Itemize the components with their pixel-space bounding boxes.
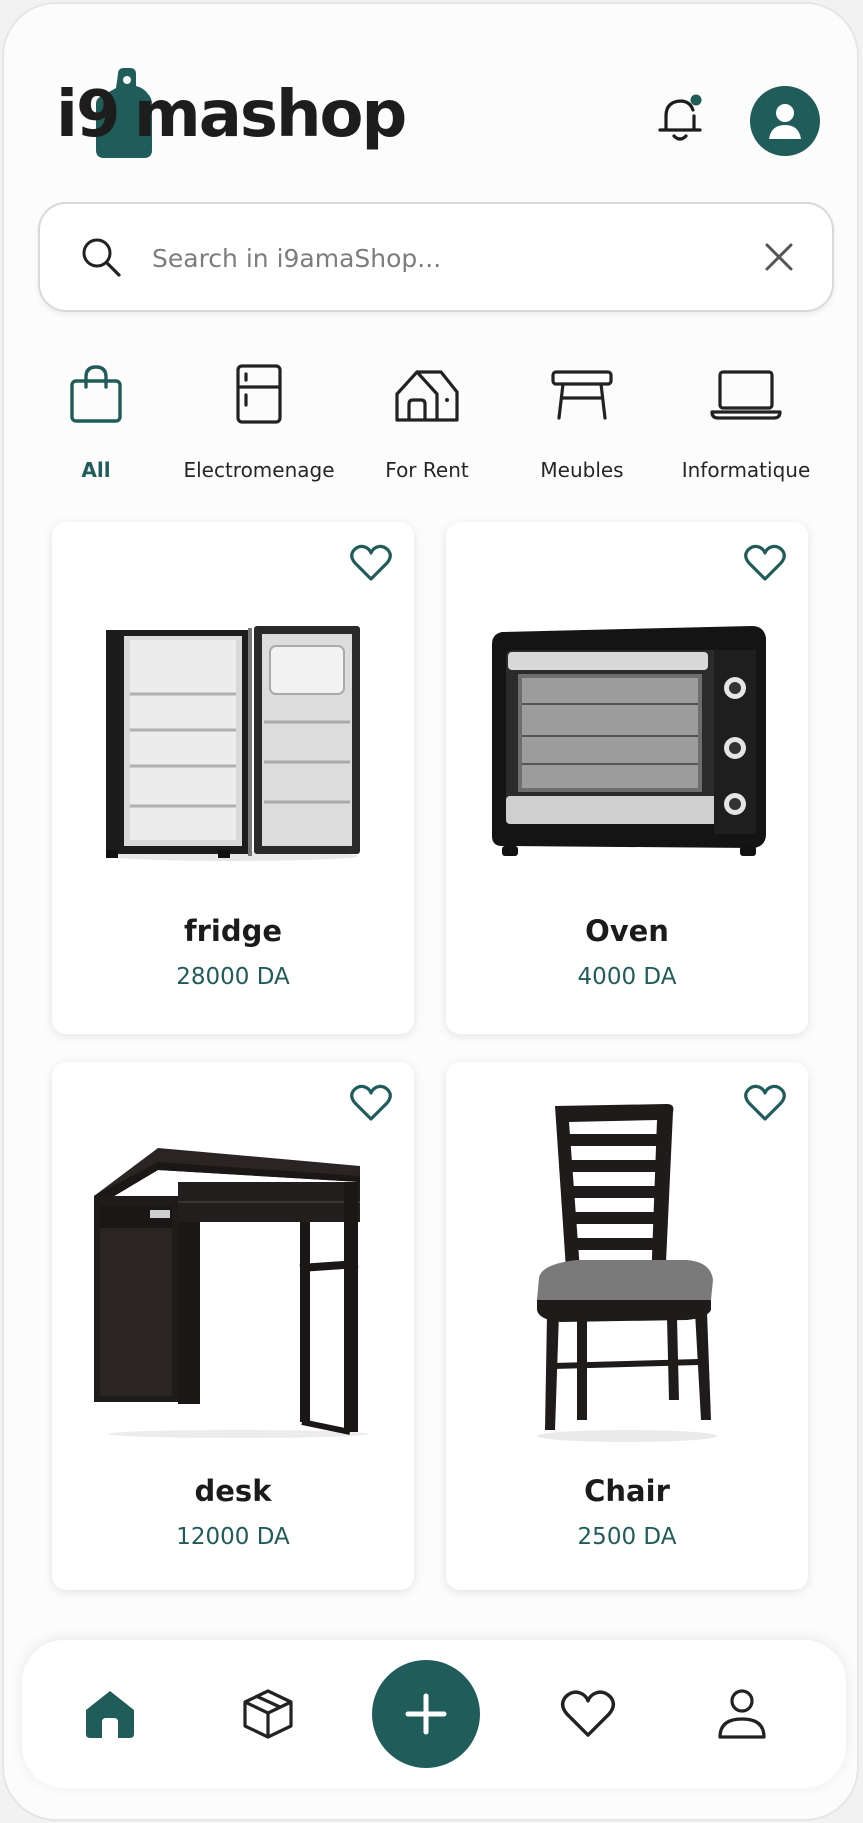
category-label: Informatique [681, 458, 811, 482]
bottom-navigation [22, 1640, 846, 1788]
oven-image [492, 626, 766, 856]
category-label: All [81, 458, 111, 482]
add-listing-button[interactable] [372, 1660, 480, 1768]
plus-icon [405, 1693, 447, 1735]
product-price: 12000 DA [176, 1524, 290, 1550]
table-icon [551, 370, 613, 420]
category-label: Meubles [540, 458, 624, 482]
notification-button[interactable] [650, 88, 710, 148]
profile-avatar-button[interactable] [750, 86, 820, 156]
heart-icon[interactable] [744, 544, 786, 582]
product-card[interactable]: desk 12000 DA [52, 1062, 414, 1590]
heart-icon[interactable] [350, 544, 392, 582]
product-image[interactable] [446, 624, 808, 864]
product-card[interactable]: fridge 28000 DA [52, 522, 414, 1034]
nav-profile[interactable] [712, 1684, 772, 1744]
product-price: 28000 DA [176, 964, 290, 990]
search-input[interactable] [150, 232, 714, 284]
product-image[interactable] [52, 1148, 414, 1438]
user-icon [718, 1689, 766, 1739]
nav-favorites[interactable] [558, 1684, 618, 1744]
logo-suffix: mashop [134, 78, 407, 152]
product-image[interactable] [446, 1104, 808, 1444]
heart-icon [560, 1690, 616, 1737]
fridge-icon [236, 364, 282, 424]
search-icon[interactable] [78, 234, 124, 280]
chair-image [537, 1104, 717, 1442]
fridge-image [106, 626, 360, 861]
product-image[interactable] [52, 622, 414, 862]
logo-prefix: i9 [56, 78, 120, 152]
product-price: 2500 DA [577, 1524, 677, 1550]
heart-icon[interactable] [350, 1084, 392, 1122]
house-icon [395, 370, 459, 422]
product-card[interactable]: Oven 4000 DA [446, 522, 808, 1034]
category-meubles[interactable]: Meubles [487, 354, 677, 482]
home-icon [86, 1691, 134, 1738]
search-bar [38, 202, 834, 312]
product-name: desk [194, 1474, 272, 1508]
user-avatar-icon [769, 104, 801, 139]
desk-image [94, 1148, 368, 1438]
category-all[interactable]: All [4, 354, 191, 482]
box-icon [243, 1689, 293, 1739]
close-icon[interactable] [762, 240, 796, 274]
category-electromenage[interactable]: Electromenage [164, 354, 354, 482]
category-label: Electromenage [183, 458, 335, 482]
product-name: Oven [585, 914, 669, 948]
nav-orders[interactable] [238, 1684, 298, 1744]
category-informatique[interactable]: Informatique [651, 354, 841, 482]
product-price: 4000 DA [577, 964, 677, 990]
app-screen: i9 mashop Search in i9amaShop... All Ele… [2, 2, 859, 1821]
bell-icon [658, 94, 702, 141]
product-name: Chair [584, 1474, 670, 1508]
shopping-bag-icon [70, 365, 122, 423]
laptop-icon [710, 370, 782, 420]
nav-home[interactable] [80, 1684, 140, 1744]
product-name: fridge [183, 914, 283, 948]
app-logo[interactable]: i9 mashop [56, 64, 407, 164]
product-card[interactable]: Chair 2500 DA [446, 1062, 808, 1590]
